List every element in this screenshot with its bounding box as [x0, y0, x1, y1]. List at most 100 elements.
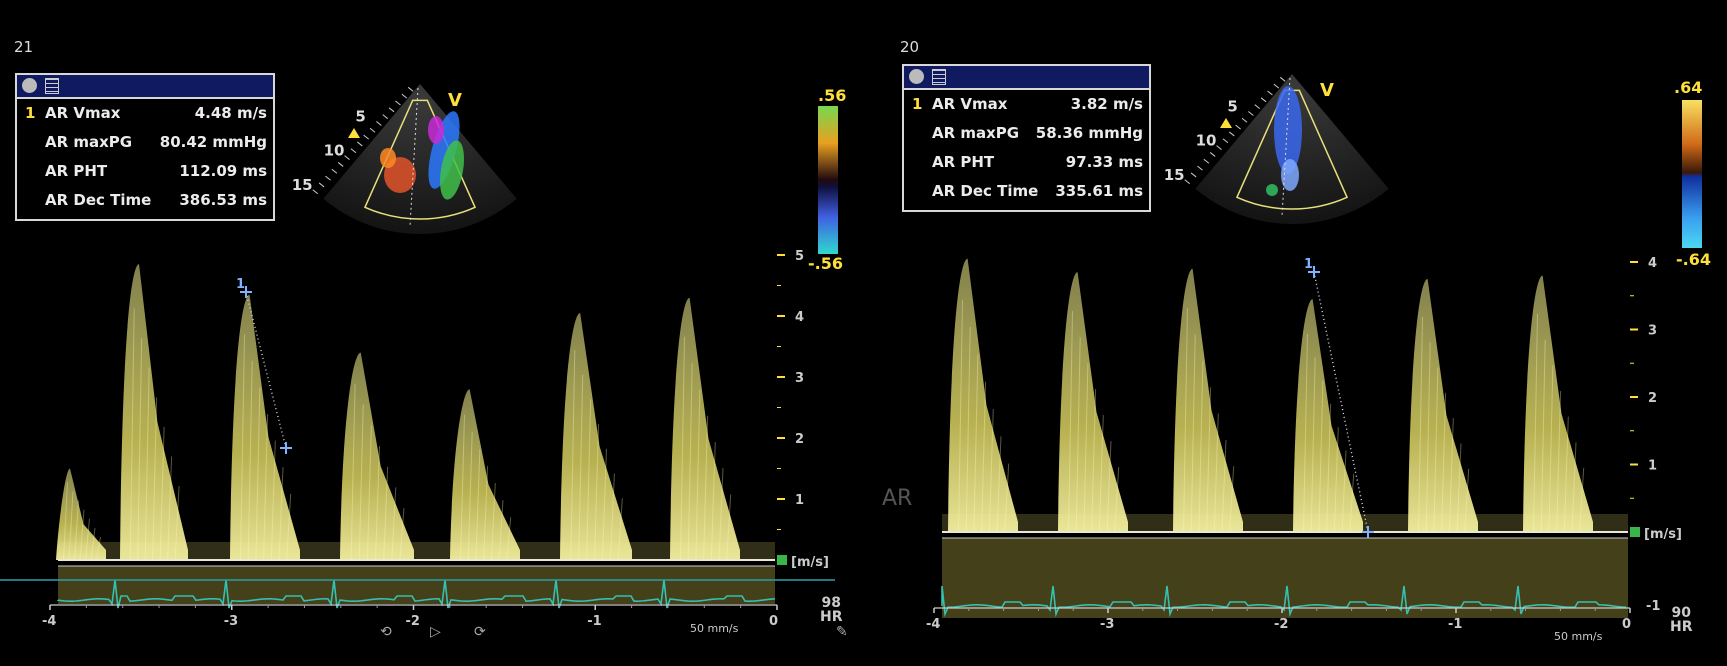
velocity-unit: [m/s] — [1644, 527, 1682, 542]
depth-label: 10 — [1196, 132, 1217, 150]
side-label: AR — [882, 486, 913, 511]
measurement-box-header — [17, 75, 273, 99]
right-doppler-panel: 5 10 15 V [m/s] 4 3 2 1 -1 1 -4 -3 -2 -1 0 20 1 AR Vmax… — [878, 0, 1727, 666]
measurement-row: AR Dec Time 386.53 ms — [45, 191, 267, 209]
heart-rate: 98 HR — [820, 595, 843, 625]
colorbar-bottom-label: -.56 — [808, 254, 843, 273]
depth-tick — [331, 168, 338, 174]
color-flow — [428, 116, 444, 144]
time-tick-label: -4 — [42, 614, 56, 629]
depth-tick — [1216, 145, 1222, 150]
depth-tick — [1248, 111, 1254, 116]
time-tick-label: -2 — [1274, 617, 1288, 632]
depth-tick — [1228, 131, 1235, 137]
measurement-row: AR maxPG 58.36 mmHg — [932, 124, 1143, 142]
measurement-row: AR Dec Time 335.61 ms — [932, 182, 1143, 200]
depth-tick — [1222, 138, 1229, 144]
time-tick-label: -4 — [926, 617, 940, 632]
play-icon[interactable]: ▷ — [430, 624, 441, 640]
measurement-box[interactable]: 1 AR Vmax 3.82 m/s AR maxPG 58.36 mmHg A… — [902, 64, 1151, 212]
colorbar-top-label: .64 — [1674, 78, 1703, 97]
depth-tick — [1184, 179, 1191, 185]
velocity-tick-label: 1 — [1648, 459, 1657, 474]
depth-tick — [1209, 152, 1216, 157]
depth-tick — [356, 141, 363, 147]
velocity-tick-label: 4 — [1648, 256, 1657, 271]
velocity-tick-label: 2 — [795, 432, 804, 447]
velocity-unit: [m/s] — [791, 555, 829, 570]
reverse-flow-band — [58, 566, 775, 604]
baseline-marker-icon — [1630, 527, 1640, 537]
depth-tick — [388, 107, 395, 113]
colorbar-top-label: .56 — [818, 86, 847, 105]
depth-tick — [325, 175, 331, 181]
report-icon[interactable] — [45, 78, 59, 94]
time-tick-label: 0 — [769, 614, 778, 629]
velocity-tick-label: 3 — [1648, 324, 1657, 339]
measurement-row: AR PHT 112.09 ms — [45, 162, 267, 180]
time-tick-label: -3 — [1100, 617, 1114, 632]
measurement-row: AR PHT 97.33 ms — [932, 153, 1143, 171]
depth-tick — [395, 100, 401, 106]
measurement-box[interactable]: 1 AR Vmax 4.48 m/s AR maxPG 80.42 mmHg A… — [15, 73, 275, 221]
velocity-tick-label: -1 — [1646, 599, 1660, 614]
color-flow — [1266, 184, 1278, 196]
velocity-tick-label: 3 — [795, 371, 804, 386]
depth-tick — [337, 162, 344, 167]
time-tick-label: -1 — [1448, 617, 1462, 632]
echo-sector — [323, 84, 517, 235]
depth-label: 15 — [1164, 166, 1185, 184]
depth-tick — [382, 114, 389, 120]
measurement-row: 1 AR Vmax 3.82 m/s — [912, 95, 1143, 113]
camera-icon[interactable] — [22, 78, 37, 93]
caliper-label: 1 — [1304, 257, 1313, 272]
report-icon[interactable] — [932, 69, 946, 85]
orientation-marker-icon — [348, 128, 360, 138]
time-tick-label: -1 — [587, 614, 601, 629]
rewind-icon[interactable]: ⟲ — [380, 624, 392, 640]
depth-tick — [363, 134, 369, 140]
color-flow — [1281, 159, 1299, 191]
sector-marker: V — [1320, 80, 1334, 101]
depth-tick — [1267, 90, 1273, 96]
velocity-tick-label: 5 — [795, 249, 804, 264]
camera-icon[interactable] — [909, 69, 924, 84]
depth-tick — [1203, 158, 1210, 164]
velocity-tick-label: 1 — [795, 493, 804, 508]
pencil-icon[interactable]: ✎ — [836, 624, 848, 640]
heart-rate: 90 HR — [1670, 605, 1693, 635]
depth-label: 15 — [292, 176, 313, 194]
measurement-row: 1 AR Vmax 4.48 m/s — [25, 104, 267, 122]
orientation-marker-icon — [1220, 118, 1232, 128]
depth-tick — [376, 121, 382, 126]
sector-marker: V — [448, 90, 462, 111]
time-tick-label: -2 — [406, 614, 420, 629]
depth-tick — [344, 155, 350, 160]
depth-tick — [1279, 76, 1286, 82]
color-flow — [380, 148, 396, 168]
caliper-label: 1 — [236, 277, 245, 292]
time-tick-label: 0 — [1622, 617, 1631, 632]
velocity-tick-label: 2 — [1648, 391, 1657, 406]
forward-icon[interactable]: ⟳ — [474, 624, 486, 640]
measurement-row: AR maxPG 80.42 mmHg — [45, 133, 267, 151]
depth-tick — [1190, 172, 1197, 178]
depth-tick — [1235, 124, 1241, 130]
depth-tick — [401, 93, 408, 99]
depth-tick — [1273, 83, 1280, 89]
time-tick-label: -3 — [224, 614, 238, 629]
sweep-speed: 50 mm/s — [690, 622, 739, 635]
velocity-tick-label: 4 — [795, 310, 804, 325]
depth-tick — [1254, 104, 1261, 110]
depth-tick — [1197, 165, 1203, 171]
depth-tick — [407, 86, 414, 92]
left-doppler-panel: 5 10 15 V [m/s] 5 4 3 2 1 1 -4 -3 -2 -1 0 21 1 AR Vmax … — [0, 0, 860, 666]
depth-label: 5 — [355, 107, 365, 125]
measurement-box-header — [904, 66, 1149, 90]
colorbar-bottom-label: -.64 — [1676, 250, 1711, 269]
baseline-marker-icon — [777, 555, 787, 565]
velocity-colorbar — [1682, 100, 1702, 248]
frame-number: 21 — [14, 38, 34, 56]
depth-label: 10 — [324, 142, 345, 160]
frame-number: 20 — [900, 38, 920, 56]
